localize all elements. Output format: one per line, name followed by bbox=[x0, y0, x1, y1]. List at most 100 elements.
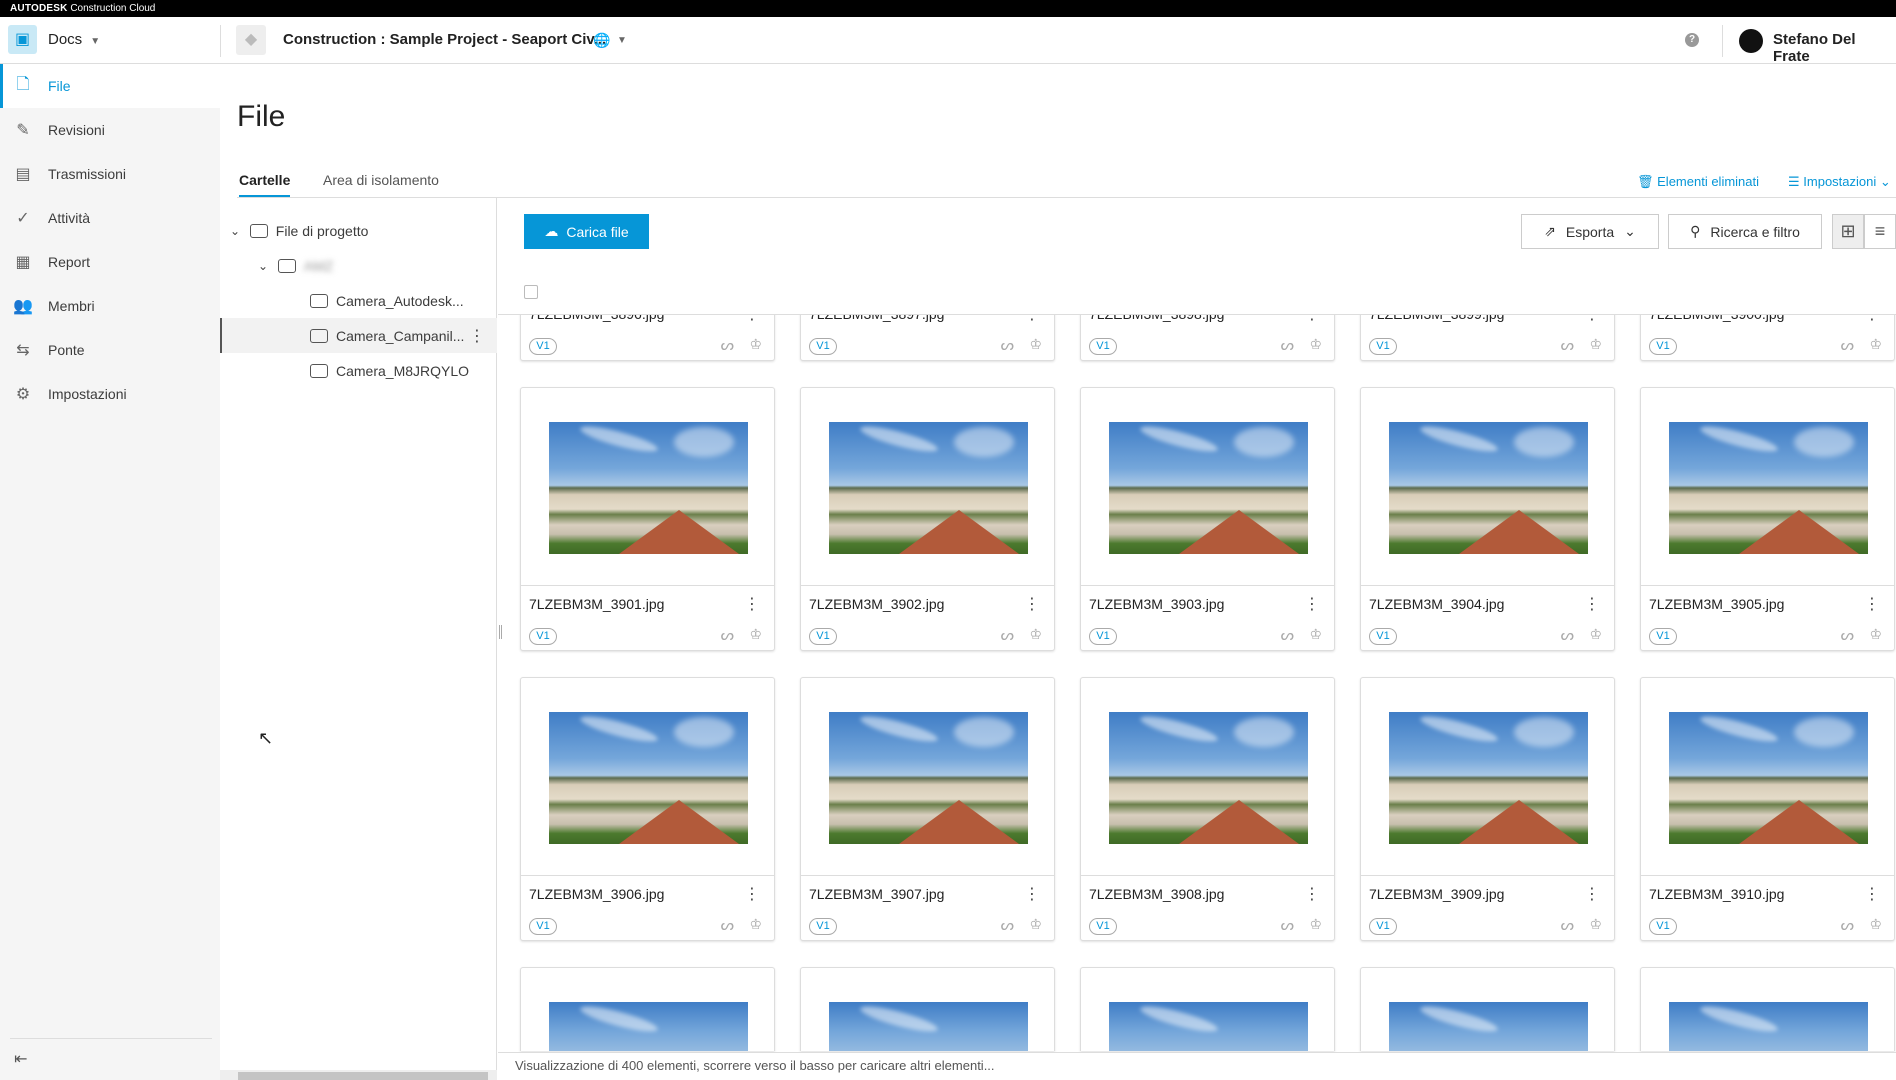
select-all-checkbox[interactable] bbox=[524, 285, 538, 299]
thumbnail-area[interactable] bbox=[801, 388, 1054, 586]
file-name[interactable]: 7LZEBM3M_3902.jpg bbox=[809, 596, 944, 612]
settings-menu[interactable]: ☰ Impostazioni ⌄ bbox=[1788, 174, 1891, 190]
file-name[interactable]: 7LZEBM3M_3899.jpg bbox=[1369, 315, 1504, 322]
more-options-icon[interactable]: ⋮ bbox=[1584, 594, 1600, 614]
horizontal-scrollbar[interactable] bbox=[220, 1070, 497, 1080]
more-options-icon[interactable]: ⋮ bbox=[1304, 884, 1320, 904]
file-card[interactable]: 7LZEBM3M_3909.jpg ⋮ V1 ᔕ ♔ bbox=[1360, 677, 1615, 941]
more-options-icon[interactable]: ⋮ bbox=[1864, 315, 1880, 324]
chevron-down-icon[interactable]: ⌄ bbox=[256, 259, 270, 273]
thumbnail-area[interactable] bbox=[1361, 968, 1614, 1051]
file-card[interactable] bbox=[1080, 967, 1335, 1051]
version-badge[interactable]: V1 bbox=[529, 338, 557, 355]
sidebar-item-report[interactable]: ▦ Report bbox=[0, 240, 220, 284]
caret-down-icon[interactable]: ▼ bbox=[617, 35, 627, 46]
app-switcher[interactable]: Docs ▼ bbox=[48, 31, 100, 48]
sidebar-item-membri[interactable]: 👥 Membri bbox=[0, 284, 220, 328]
file-name[interactable]: 7LZEBM3M_3905.jpg bbox=[1649, 596, 1784, 612]
tree-item-folder[interactable]: Camera_M8JRQYLO bbox=[220, 353, 497, 388]
file-card[interactable] bbox=[1360, 967, 1615, 1051]
file-card[interactable]: 7LZEBM3M_3898.jpg ⋮ V1 ᔕ ♔ bbox=[1080, 315, 1335, 361]
file-name[interactable]: 7LZEBM3M_3901.jpg bbox=[529, 596, 664, 612]
file-card[interactable]: 7LZEBM3M_3903.jpg ⋮ V1 ᔕ ♔ bbox=[1080, 387, 1335, 651]
version-badge[interactable]: V1 bbox=[1089, 628, 1117, 645]
version-badge[interactable]: V1 bbox=[1649, 628, 1677, 645]
docs-app-icon[interactable]: ▣ bbox=[8, 25, 37, 54]
thumbnail-area[interactable] bbox=[1081, 388, 1334, 586]
version-badge[interactable]: V1 bbox=[1369, 338, 1397, 355]
more-options-icon[interactable]: ⋮ bbox=[744, 315, 760, 324]
more-options-icon[interactable]: ⋮ bbox=[1584, 315, 1600, 324]
sidebar-item-file[interactable]: 🗋 File bbox=[0, 64, 220, 108]
thumbnail-area[interactable] bbox=[1081, 968, 1334, 1051]
file-card[interactable]: 7LZEBM3M_3905.jpg ⋮ V1 ᔕ ♔ bbox=[1640, 387, 1895, 651]
file-name[interactable]: 7LZEBM3M_3897.jpg bbox=[809, 315, 944, 322]
file-name[interactable]: 7LZEBM3M_3906.jpg bbox=[529, 886, 664, 902]
more-options-icon[interactable]: ⋮ bbox=[1024, 315, 1040, 324]
file-card[interactable]: 7LZEBM3M_3910.jpg ⋮ V1 ᔕ ♔ bbox=[1640, 677, 1895, 941]
more-options-icon[interactable]: ⋮ bbox=[1864, 884, 1880, 904]
tab-cartelle[interactable]: Cartelle bbox=[239, 172, 291, 197]
thumbnail-area[interactable] bbox=[1641, 678, 1894, 876]
more-options-icon[interactable]: ⋮ bbox=[1864, 594, 1880, 614]
thumbnail-area[interactable] bbox=[801, 678, 1054, 876]
tab-area-isolamento[interactable]: Area di isolamento bbox=[323, 172, 439, 188]
file-name[interactable]: 7LZEBM3M_3909.jpg bbox=[1369, 886, 1504, 902]
avatar[interactable] bbox=[1739, 29, 1763, 53]
file-name[interactable]: 7LZEBM3M_3910.jpg bbox=[1649, 886, 1784, 902]
upload-file-button[interactable]: ☁ Carica file bbox=[524, 214, 649, 249]
file-name[interactable]: 7LZEBM3M_3907.jpg bbox=[809, 886, 944, 902]
sidebar-item-attività[interactable]: ✓ Attività bbox=[0, 196, 220, 240]
version-badge[interactable]: V1 bbox=[1369, 628, 1397, 645]
file-card[interactable]: 7LZEBM3M_3906.jpg ⋮ V1 ᔕ ♔ bbox=[520, 677, 775, 941]
project-selector[interactable]: Construction : Sample Project - Seaport … bbox=[283, 31, 606, 48]
thumbnail-area[interactable] bbox=[1361, 388, 1614, 586]
file-card[interactable]: 7LZEBM3M_3897.jpg ⋮ V1 ᔕ ♔ bbox=[800, 315, 1055, 361]
file-card[interactable] bbox=[1640, 967, 1895, 1051]
more-options-icon[interactable]: ⋮ bbox=[469, 326, 485, 346]
more-options-icon[interactable]: ⋮ bbox=[1024, 594, 1040, 614]
scrollbar-thumb[interactable] bbox=[238, 1072, 488, 1080]
file-card[interactable]: 7LZEBM3M_3907.jpg ⋮ V1 ᔕ ♔ bbox=[800, 677, 1055, 941]
more-options-icon[interactable]: ⋮ bbox=[1584, 884, 1600, 904]
thumbnail-area[interactable] bbox=[1641, 968, 1894, 1051]
more-options-icon[interactable]: ⋮ bbox=[744, 594, 760, 614]
tree-item-sub[interactable]: ⌄ AMZ bbox=[220, 248, 497, 283]
thumbnail-area[interactable] bbox=[801, 968, 1054, 1051]
thumbnail-area[interactable] bbox=[521, 968, 774, 1051]
file-name[interactable]: 7LZEBM3M_3896.jpg bbox=[529, 315, 664, 322]
file-card[interactable]: 7LZEBM3M_3901.jpg ⋮ V1 ᔕ ♔ bbox=[520, 387, 775, 651]
thumbnail-area[interactable] bbox=[521, 678, 774, 876]
version-badge[interactable]: V1 bbox=[1089, 918, 1117, 935]
version-badge[interactable]: V1 bbox=[1089, 338, 1117, 355]
file-name[interactable]: 7LZEBM3M_3900.jpg bbox=[1649, 315, 1784, 322]
version-badge[interactable]: V1 bbox=[1649, 918, 1677, 935]
file-card[interactable] bbox=[800, 967, 1055, 1051]
sidebar-item-revisioni[interactable]: ✎ Revisioni bbox=[0, 108, 220, 152]
deleted-items-link[interactable]: 🗑 Elementi eliminati bbox=[1637, 174, 1759, 190]
file-card[interactable]: 7LZEBM3M_3904.jpg ⋮ V1 ᔕ ♔ bbox=[1360, 387, 1615, 651]
thumbnail-area[interactable] bbox=[1081, 678, 1334, 876]
tree-item-folder[interactable]: Camera_Autodesk... bbox=[220, 283, 497, 318]
file-name[interactable]: 7LZEBM3M_3908.jpg bbox=[1089, 886, 1224, 902]
more-options-icon[interactable]: ⋮ bbox=[1304, 315, 1320, 324]
version-badge[interactable]: V1 bbox=[809, 918, 837, 935]
version-badge[interactable]: V1 bbox=[809, 338, 837, 355]
version-badge[interactable]: V1 bbox=[529, 918, 557, 935]
search-filter-button[interactable]: ⚲ Ricerca e filtro bbox=[1668, 214, 1822, 249]
version-badge[interactable]: V1 bbox=[809, 628, 837, 645]
file-card[interactable] bbox=[520, 967, 775, 1051]
version-badge[interactable]: V1 bbox=[529, 628, 557, 645]
more-options-icon[interactable]: ⋮ bbox=[744, 884, 760, 904]
list-view-toggle[interactable]: ≡ bbox=[1864, 214, 1896, 249]
version-badge[interactable]: V1 bbox=[1649, 338, 1677, 355]
file-name[interactable]: 7LZEBM3M_3904.jpg bbox=[1369, 596, 1504, 612]
grid-view-toggle[interactable]: ⊞ bbox=[1832, 214, 1864, 249]
sidebar-item-ponte[interactable]: ⇆ Ponte bbox=[0, 328, 220, 372]
thumbnail-area[interactable] bbox=[1641, 388, 1894, 586]
user-name[interactable]: Stefano Del Frate bbox=[1773, 31, 1896, 65]
more-options-icon[interactable]: ⋮ bbox=[1024, 884, 1040, 904]
tree-item-root[interactable]: ⌄ File di progetto bbox=[220, 213, 497, 248]
thumbnail-area[interactable] bbox=[521, 388, 774, 586]
chevron-down-icon[interactable]: ⌄ bbox=[228, 224, 242, 238]
